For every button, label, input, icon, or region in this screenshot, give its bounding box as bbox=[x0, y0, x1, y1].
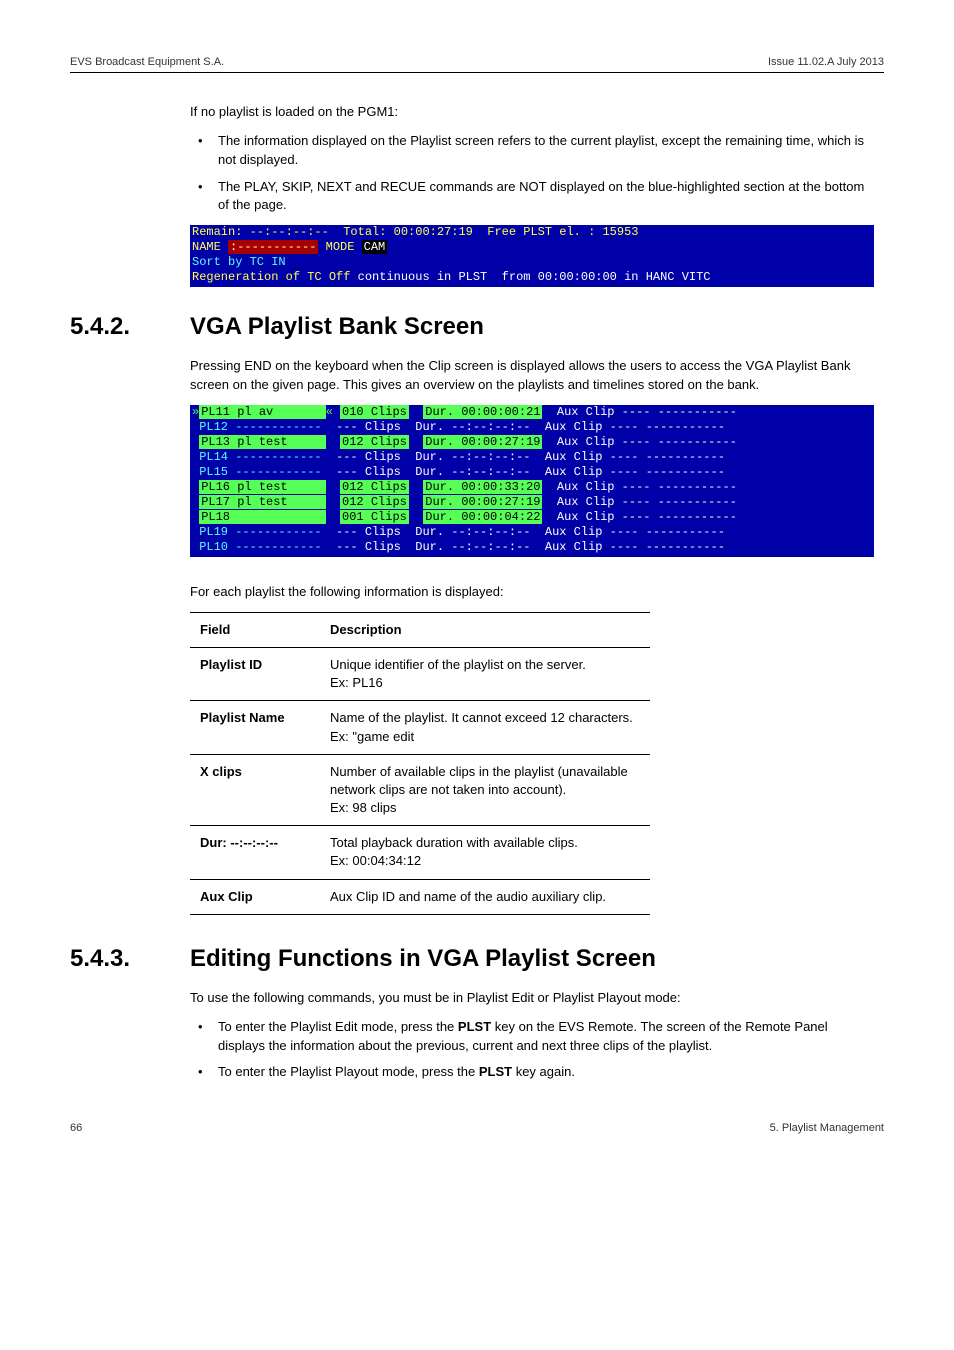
heading-542: 5.4.2. VGA Playlist Bank Screen bbox=[70, 313, 884, 341]
page-header: EVS Broadcast Equipment S.A. Issue 11.02… bbox=[70, 56, 884, 73]
field-name: X clips bbox=[190, 754, 320, 826]
terminal-panel-bank: »PL11 pl av « 010 Clips Dur. 00:00:00:21… bbox=[190, 405, 874, 557]
heading-543: 5.4.3. Editing Functions in VGA Playlist… bbox=[70, 945, 884, 973]
intro-bullets: The information displayed on the Playlis… bbox=[190, 132, 874, 215]
table-row: Playlist NameName of the playlist. It ca… bbox=[190, 701, 650, 754]
list-item: To enter the Playlist Edit mode, press t… bbox=[190, 1018, 874, 1056]
footer-page-num: 66 bbox=[70, 1122, 82, 1134]
terminal-panel-status: Remain: --:--:--:-- Total: 00:00:27:19 F… bbox=[190, 225, 874, 287]
field-desc: Number of available clips in the playlis… bbox=[320, 754, 650, 826]
sec543-para: To use the following commands, you must … bbox=[190, 989, 874, 1008]
fields-table: Field Description Playlist IDUnique iden… bbox=[190, 612, 650, 915]
field-name: Dur: --:--:--:-- bbox=[190, 826, 320, 879]
field-name: Playlist Name bbox=[190, 701, 320, 754]
table-row: Dur: --:--:--:--Total playback duration … bbox=[190, 826, 650, 879]
table-row: Playlist IDUnique identifier of the play… bbox=[190, 647, 650, 700]
field-name: Aux Clip bbox=[190, 879, 320, 914]
heading-543-title: Editing Functions in VGA Playlist Screen bbox=[190, 945, 656, 973]
field-desc: Aux Clip ID and name of the audio auxili… bbox=[320, 879, 650, 914]
table-row: Aux ClipAux Clip ID and name of the audi… bbox=[190, 879, 650, 914]
header-left: EVS Broadcast Equipment S.A. bbox=[70, 56, 224, 68]
sec543-bullets: To enter the Playlist Edit mode, press t… bbox=[190, 1018, 874, 1083]
heading-542-title: VGA Playlist Bank Screen bbox=[190, 313, 484, 341]
sec542-para: Pressing END on the keyboard when the Cl… bbox=[190, 357, 874, 395]
page-footer: 66 5. Playlist Management bbox=[70, 1122, 884, 1134]
heading-542-num: 5.4.2. bbox=[70, 313, 190, 341]
intro-bullet-2: The PLAY, SKIP, NEXT and RECUE commands … bbox=[190, 178, 874, 216]
fields-header-desc: Description bbox=[320, 612, 650, 647]
heading-543-num: 5.4.3. bbox=[70, 945, 190, 973]
header-right: Issue 11.02.A July 2013 bbox=[768, 56, 884, 68]
fields-header-field: Field bbox=[190, 612, 320, 647]
panel2-caption: For each playlist the following informat… bbox=[190, 583, 874, 602]
field-desc: Total playback duration with available c… bbox=[320, 826, 650, 879]
field-desc: Name of the playlist. It cannot exceed 1… bbox=[320, 701, 650, 754]
intro-bullet-1: The information displayed on the Playlis… bbox=[190, 132, 874, 170]
footer-section: 5. Playlist Management bbox=[770, 1122, 884, 1134]
field-desc: Unique identifier of the playlist on the… bbox=[320, 647, 650, 700]
list-item: To enter the Playlist Playout mode, pres… bbox=[190, 1063, 874, 1082]
intro-lead: If no playlist is loaded on the PGM1: bbox=[190, 103, 874, 122]
field-name: Playlist ID bbox=[190, 647, 320, 700]
table-row: X clipsNumber of available clips in the … bbox=[190, 754, 650, 826]
